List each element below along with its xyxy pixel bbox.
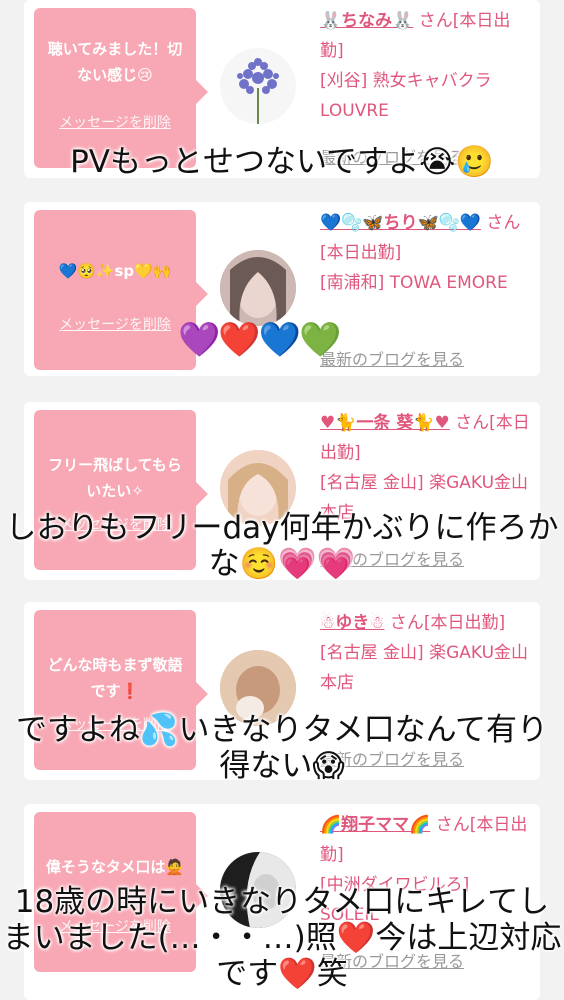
message-text: 聴いてみました！切ない感じ😢 [47, 40, 183, 84]
caption-overlay: 18歳の時にいきなりタメ口にキレてしまいました(…・・…)照❤️今は上辺対応です… [2, 884, 562, 992]
cast-name-link[interactable]: 🐰ちなみ🐰 [320, 11, 413, 31]
portrait-icon [220, 250, 296, 326]
message-text: 偉そうなタメ口は🙅 [45, 858, 185, 876]
delete-message-link[interactable]: メッセージを削除 [34, 314, 196, 334]
cast-name-link[interactable]: 🌈翔子ママ🌈 [320, 815, 430, 835]
hearts-overlay: 💜❤️💙💚 [178, 320, 341, 360]
shop-name: [刈谷] 熟女キャバクラLOUVRE [320, 71, 492, 121]
cast-status: さん[本日出勤] [384, 613, 506, 633]
message-list-page: 聴いてみました！切ない感じ😢 メッセージを削除 🐰ちなみ🐰 さん[本日出勤] [… [0, 0, 564, 1000]
cast-name-link[interactable]: ♥🐈一条 葵🐈♥ [320, 413, 450, 433]
cast-info: 💙🫧🦋ちり🦋🫧💙 さん[本日出勤] [南浦和] TOWA EMORE [320, 208, 532, 298]
cast-name-link[interactable]: ☃ゆき☃ [320, 613, 384, 633]
caption-overlay: PVもっとせつないですよ😭🥲 [70, 144, 494, 180]
message-bubble: 💙🥺✨sp💛🙌 メッセージを削除 [34, 210, 208, 370]
flower-avatar[interactable] [220, 48, 296, 124]
caption-overlay: しおりもフリーday何年かぶりに作ろかな☺️💗💗 [5, 510, 559, 582]
message-text: どんな時もまず敬語です❗ [47, 656, 183, 700]
latest-blog-link[interactable]: 最新のブログを見る [320, 346, 464, 370]
cast-avatar[interactable] [220, 250, 296, 326]
shop-name: [名古屋 金山] 楽GAKU金山本店 [320, 643, 529, 693]
delete-message-link[interactable]: メッセージを削除 [34, 112, 196, 132]
cast-info: 🐰ちなみ🐰 さん[本日出勤] [刈谷] 熟女キャバクラLOUVRE [320, 6, 532, 126]
flower-icon [220, 48, 296, 124]
message-text: フリー飛ばしてもらいたい✧ [48, 456, 182, 500]
message-text: 💙🥺✨sp💛🙌 [58, 262, 172, 280]
caption-overlay: ですよね💦いきなりタメ口なんて有り得ない😱 [15, 712, 549, 784]
shop-name: [南浦和] TOWA EMORE [320, 273, 508, 293]
cast-name-link[interactable]: 💙🫧🦋ちり🦋🫧💙 [320, 213, 481, 233]
cast-info: ☃ゆき☃ さん[本日出勤] [名古屋 金山] 楽GAKU金山本店 [320, 608, 532, 698]
